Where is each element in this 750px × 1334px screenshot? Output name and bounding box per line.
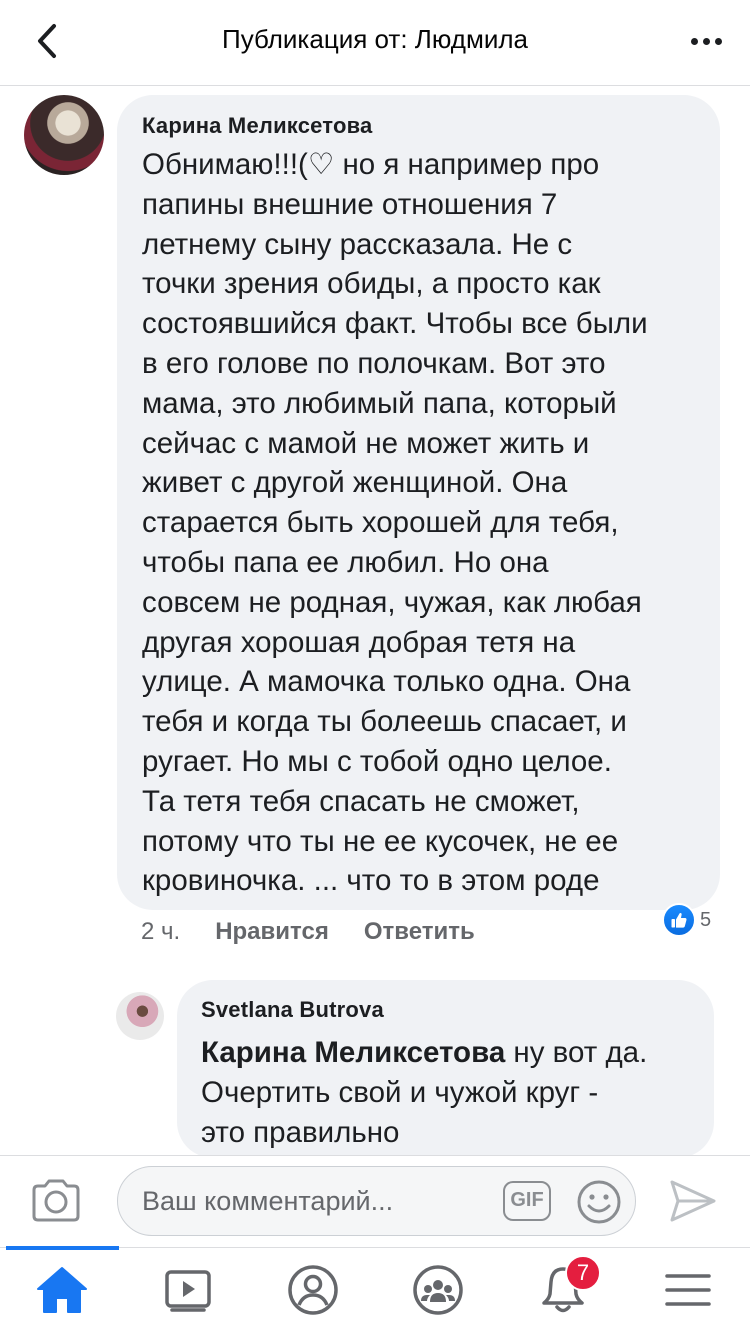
comment-input[interactable]: Ваш комментарий... GIF [117,1166,636,1236]
camera-button[interactable] [30,1178,82,1224]
video-icon [165,1270,211,1312]
tab-home[interactable] [27,1260,97,1320]
comment-line: тебя и когда ты болеешь спасает, и [142,705,627,739]
comment-line: Карина Меликсетова ну вот да. [201,1033,690,1073]
comment-author[interactable]: Svetlana Butrova [201,997,690,1023]
comment-line: кровиночка. ... что то в этом роде [142,864,600,898]
tab-groups[interactable] [403,1260,473,1320]
comment-line: ругает. Но мы с тобой одно целое. [142,744,612,778]
profile-icon [288,1265,338,1315]
comment-line: состоявшийся факт. Чтобы все были [142,307,648,341]
comment-text: Карина Меликсетова ну вот да. Очертить с… [201,1033,690,1153]
more-options-button[interactable] [684,26,728,56]
mention-link[interactable]: Карина Меликсетова [201,1036,505,1069]
active-tab-indicator [6,1246,119,1250]
avatar[interactable] [116,992,164,1040]
comment-line: мама, это любимый папа, который [142,386,617,420]
comment-line: старается быть хорошей для тебя, [142,506,619,540]
reply-bubble: Svetlana Butrova Карина Меликсетова ну в… [177,980,714,1158]
top-navigation-bar: Публикация от: Людмила [0,0,750,86]
smiley-icon [577,1180,621,1224]
camera-icon [32,1179,80,1222]
reply-button[interactable]: Ответить [364,918,475,946]
comment-line: сейчас с мамой не может жить и [142,426,590,460]
comment-text: Обнимаю!!!(♡ но я например про папины вн… [142,145,696,901]
comment-actions: 2 ч. Нравится Ответить [141,915,510,949]
comment-timestamp[interactable]: 2 ч. [141,918,180,946]
bottom-tab-bar: 7 [0,1246,750,1334]
comment-line: Обнимаю!!!(♡ но я например про [142,148,600,181]
comment-bubble: Карина Меликсетова Обнимаю!!!(♡ но я нап… [117,95,720,910]
tab-profile[interactable] [278,1260,348,1320]
like-button[interactable]: Нравится [215,918,329,946]
comment-input-placeholder: Ваш комментарий... [142,1186,394,1216]
more-dots-icon [690,37,698,45]
menu-icon [665,1274,711,1306]
page-title: Публикация от: Людмила [222,24,528,54]
tab-menu[interactable] [653,1260,723,1320]
comment-line: совсем не родная, чужая, как любая [142,585,642,619]
reaction-count: 5 [700,908,712,931]
thumbs-up-icon [662,903,696,937]
comment-line: папины внешние отношения 7 [142,187,558,221]
gif-button[interactable]: GIF [503,1181,551,1221]
emoji-button[interactable] [576,1179,622,1225]
comment-line: это правильно [201,1116,400,1149]
tab-watch[interactable] [153,1260,223,1320]
notifications-badge: 7 [565,1255,601,1291]
comment-line: Та тетя тебя спасать не сможет, [142,784,580,818]
avatar[interactable] [24,95,104,175]
comment-line: Очертить свой и чужой круг - [201,1076,599,1109]
comment-composer: Ваш комментарий... GIF [0,1155,750,1247]
reaction-summary[interactable]: 5 [662,902,711,938]
comment-line: живет с другой женщиной. Она [142,466,568,500]
comment-line: другая хорошая добрая тетя на [142,625,576,659]
comment-line: потому что ты не ее кусочек, не ее [142,824,619,858]
send-icon [670,1180,716,1222]
comment-line: в его голове по полочкам. Вот это [142,346,606,380]
comment-text-part: ну вот да. [505,1036,648,1069]
comment-line: улице. А мамочка только одна. Она [142,665,631,699]
comment-line: летнему сыну рассказала. Не с [142,227,573,261]
comment-author[interactable]: Карина Меликсетова [142,113,696,139]
groups-icon [413,1265,463,1315]
comment-line: точки зрения обиды, а просто как [142,267,601,301]
send-button[interactable] [668,1176,718,1226]
home-icon [37,1267,87,1313]
comment-line: чтобы папа ее любил. Но она [142,545,549,579]
